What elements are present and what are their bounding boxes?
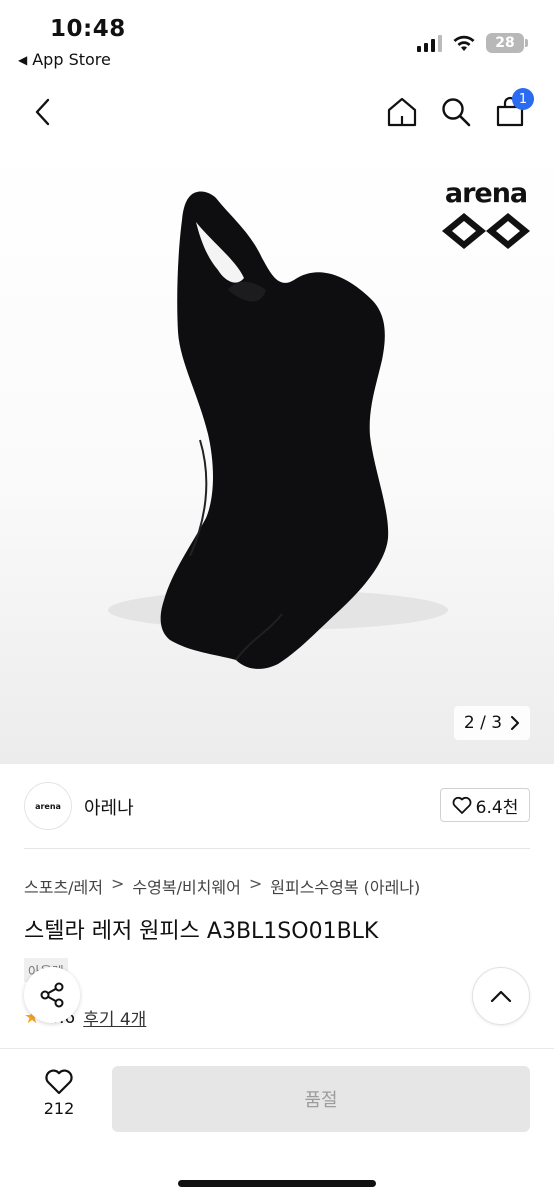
breadcrumb-item-1[interactable]: 스포츠/레저 — [24, 874, 103, 898]
search-button[interactable] — [438, 94, 474, 130]
breadcrumb-separator: > — [248, 874, 263, 893]
cellular-signal-icon — [417, 34, 442, 52]
arena-logo-text: arena — [444, 178, 528, 209]
back-triangle-icon: ◀ — [18, 52, 28, 67]
breadcrumb-separator: > — [111, 874, 125, 893]
arena-brand-logo: arena — [440, 178, 532, 251]
image-counter-next-button[interactable]: 2 / 3 — [454, 706, 530, 740]
back-to-app-store[interactable]: ◀ App Store — [18, 50, 111, 69]
product-title: 스텔라 레저 원피스 A3BL1SO01BLK — [24, 919, 379, 944]
arena-diamond-logo-icon — [442, 213, 530, 249]
chevron-left-icon — [35, 98, 50, 126]
wifi-icon — [453, 35, 475, 51]
cart-button[interactable]: 1 — [492, 88, 534, 130]
chevron-right-icon — [511, 716, 520, 730]
breadcrumb-item-3[interactable]: 원피스수영복 (아레나) — [270, 874, 420, 898]
back-app-label: App Store — [32, 50, 111, 69]
share-icon — [40, 982, 64, 1008]
chevron-up-icon — [490, 990, 512, 1003]
heart-icon — [452, 796, 472, 814]
breadcrumb-item-2[interactable]: 수영복/비치웨어 — [132, 874, 240, 898]
bottom-bar-divider — [0, 1048, 554, 1049]
product-image-carousel[interactable]: arena 2 / 3 — [0, 140, 554, 764]
battery-icon: 28 — [486, 33, 528, 53]
share-button[interactable] — [24, 967, 80, 1023]
review-count-link[interactable]: 후기 4개 — [83, 1005, 146, 1030]
brand-like-button[interactable]: 6.4천 — [440, 788, 530, 822]
wishlist-count: 212 — [43, 1099, 75, 1118]
scroll-to-top-button[interactable] — [472, 967, 530, 1025]
image-counter-text: 2 / 3 — [463, 713, 503, 733]
status-time: 10:48 — [50, 16, 126, 42]
brand-avatar-text: arena — [35, 801, 61, 811]
home-indicator — [178, 1180, 376, 1187]
sold-out-button[interactable]: 품절 — [112, 1066, 530, 1132]
section-divider — [24, 848, 530, 849]
wishlist-button[interactable]: 212 — [30, 1068, 88, 1118]
brand-row: arena 아레나 6.4천 — [0, 764, 554, 848]
search-icon — [442, 98, 471, 127]
heart-icon — [45, 1069, 73, 1095]
top-nav: 1 — [0, 84, 554, 140]
category-breadcrumb: 스포츠/레저 > 수영복/비치웨어 > 원피스수영복 (아레나) — [24, 874, 420, 898]
home-icon — [387, 97, 417, 127]
back-button[interactable] — [26, 94, 60, 130]
cart-count-badge: 1 — [512, 88, 534, 110]
brand-like-count: 6.4천 — [475, 797, 519, 818]
status-bar: 10:48 ◀ App Store 28 — [0, 0, 554, 80]
brand-name-link[interactable]: 아레나 — [84, 794, 134, 820]
home-button[interactable] — [384, 94, 420, 130]
status-icons: 28 — [417, 33, 528, 53]
brand-avatar[interactable]: arena — [24, 782, 72, 830]
